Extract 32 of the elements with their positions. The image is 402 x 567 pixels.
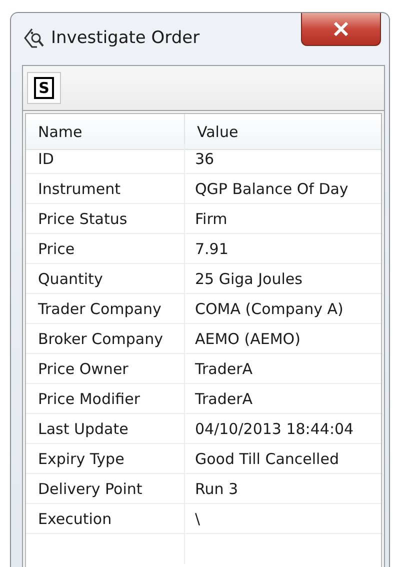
table-cell: Price Owner xyxy=(26,354,185,384)
column-header[interactable]: Name xyxy=(26,114,185,150)
table-cell: 36 xyxy=(185,144,381,174)
close-button[interactable] xyxy=(301,13,381,46)
table-cell: Run 3 xyxy=(185,474,381,504)
table-cell: 04/10/2013 18:44:04 xyxy=(185,414,381,444)
table-cell: Trader Company xyxy=(26,294,185,324)
table-cell: Firm xyxy=(185,204,381,234)
table-cell: QGP Balance Of Day xyxy=(185,174,381,204)
table-cell: Execution xyxy=(26,504,185,534)
table-cell: ID xyxy=(26,144,185,174)
tag-magnifier-icon xyxy=(23,27,45,49)
table-cell: Price xyxy=(26,234,185,264)
table-cell: TraderA xyxy=(185,354,381,384)
table-cell: AEMO (AEMO) xyxy=(185,324,381,354)
s-toolbar-button[interactable]: S xyxy=(27,72,61,104)
table-cell: Price Modifier xyxy=(26,384,185,414)
table-cell: 25 Giga Joules xyxy=(185,264,381,294)
close-icon xyxy=(333,22,349,36)
table-cell: TraderA xyxy=(185,384,381,414)
table-cell: Price Status xyxy=(26,204,185,234)
table-cell: COMA (Company A) xyxy=(185,294,381,324)
table-cell: Last Update xyxy=(26,414,185,444)
table-cell: Good Till Cancelled xyxy=(185,444,381,474)
table-cell: Delivery Point xyxy=(26,474,185,504)
table-cell: Expiry Type xyxy=(26,444,185,474)
table-cell: 7.91 xyxy=(185,234,381,264)
table-cell: Quantity xyxy=(26,264,185,294)
table-cell: Instrument xyxy=(26,174,185,204)
table-cell: \ xyxy=(185,504,381,534)
table-cell: Broker Company xyxy=(26,324,185,354)
window-title: Investigate Order xyxy=(51,28,200,48)
